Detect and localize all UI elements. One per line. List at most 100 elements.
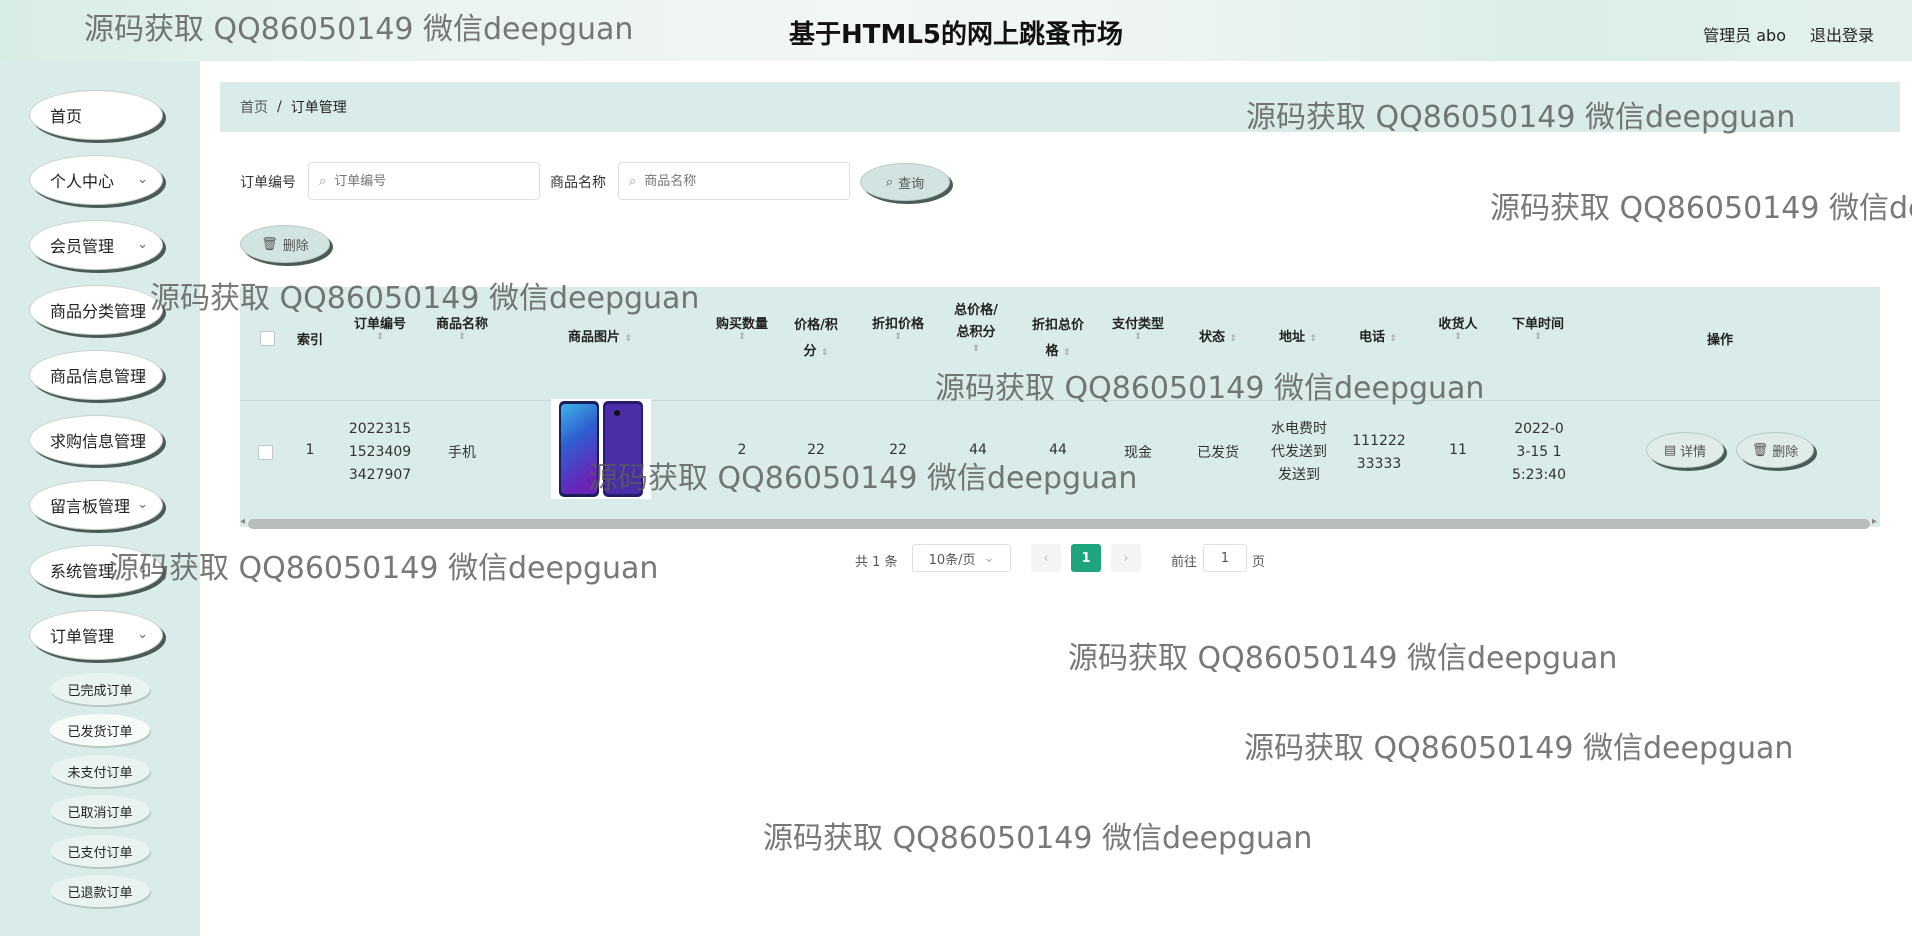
submenu-unpaid-orders[interactable]: 未支付订单 bbox=[50, 755, 150, 787]
header-address[interactable]: 地址 ⇕ bbox=[1266, 326, 1330, 345]
sidebar-item-label: 商品信息管理 bbox=[50, 367, 147, 386]
search-icon: ⌕ bbox=[319, 173, 327, 189]
product-image bbox=[551, 399, 651, 499]
header-product[interactable]: 商品名称 ⇕ bbox=[430, 313, 494, 342]
cell-total: 44 bbox=[969, 442, 987, 458]
query-button[interactable]: ⌕ 查询 bbox=[860, 163, 950, 201]
sidebar-item-label: 求购信息管理 bbox=[50, 432, 147, 451]
page-1-button[interactable]: 1 bbox=[1071, 544, 1101, 572]
logout-link[interactable]: 退出登录 bbox=[1810, 22, 1874, 46]
next-page-button[interactable]: › bbox=[1111, 544, 1141, 572]
chevron-down-icon: ⌄ bbox=[983, 550, 995, 566]
header-order-time[interactable]: 下单时间 ⇕ bbox=[1506, 313, 1570, 342]
sidebar: 首页 个人中心 ⌄ 会员管理 ⌄ 商品分类管理 ⌄ 商品信息管理 ⌄ 求购信息管… bbox=[0, 61, 200, 936]
watermark: 源码获取 QQ86050149 微信deepguan bbox=[1244, 731, 1794, 766]
sidebar-item-products[interactable]: 商品信息管理 ⌄ bbox=[29, 350, 163, 400]
search-icon: ⌕ bbox=[629, 173, 637, 189]
order-no-input[interactable] bbox=[332, 172, 517, 190]
cell-order-time: 2022-03-15 15:23:40 bbox=[1512, 421, 1566, 483]
cell-price: 22 bbox=[807, 442, 825, 458]
page-size-select[interactable]: 10条/页 ⌄ bbox=[912, 544, 1011, 572]
goto-page-input[interactable]: 1 bbox=[1203, 544, 1247, 572]
submenu-cancelled-orders[interactable]: 已取消订单 bbox=[50, 795, 150, 827]
detail-button[interactable]: ▤ 详情 bbox=[1646, 432, 1724, 468]
submenu-completed-orders[interactable]: 已完成订单 bbox=[50, 673, 150, 705]
sidebar-item-personal-center[interactable]: 个人中心 ⌄ bbox=[29, 155, 163, 205]
submenu-refunded-orders[interactable]: 已退款订单 bbox=[50, 875, 150, 907]
horizontal-scrollbar[interactable] bbox=[248, 519, 1870, 529]
cell-qty: 2 bbox=[737, 442, 747, 458]
sort-icon: ⇕ bbox=[738, 332, 746, 342]
sidebar-item-members[interactable]: 会员管理 ⌄ bbox=[29, 220, 163, 270]
row-delete-button-label: 删除 bbox=[1772, 444, 1799, 460]
breadcrumb-home[interactable]: 首页 bbox=[240, 97, 268, 117]
sidebar-item-messages[interactable]: 留言板管理 ⌄ bbox=[29, 480, 163, 530]
submenu-paid-orders[interactable]: 已支付订单 bbox=[50, 835, 150, 867]
breadcrumb: 首页 / 订单管理 bbox=[220, 82, 1900, 132]
header-discount-price[interactable]: 折扣价格 ⇕ bbox=[866, 313, 930, 342]
trash-icon: 🗑 bbox=[1751, 442, 1769, 458]
header-label: 商品名称 bbox=[435, 317, 488, 332]
order-no-label: 订单编号 bbox=[240, 175, 296, 191]
sidebar-item-label: 商品分类管理 bbox=[50, 302, 147, 321]
page-size-value: 10条/页 bbox=[928, 552, 976, 568]
submenu-shipped-orders[interactable]: 已发货订单 bbox=[50, 714, 150, 746]
cell-product: 手机 bbox=[448, 445, 476, 461]
batch-delete-button[interactable]: 🗑 删除 bbox=[240, 225, 330, 263]
sort-icon: ⇕ bbox=[376, 332, 384, 342]
chevron-down-icon: ⌄ bbox=[137, 367, 148, 382]
header-label: 地址 bbox=[1278, 330, 1305, 345]
header-label: 订单编号 bbox=[353, 317, 406, 332]
chevron-down-icon: ⌄ bbox=[137, 562, 148, 577]
trash-icon: 🗑 bbox=[261, 236, 278, 252]
sort-icon: ⇕ bbox=[1389, 334, 1398, 344]
delete-button-label: 删除 bbox=[282, 238, 309, 254]
header-label: 折扣价格 bbox=[871, 317, 924, 332]
header-label: 状态 bbox=[1198, 330, 1225, 345]
breadcrumb-separator: / bbox=[277, 99, 282, 115]
breadcrumb-current: 订单管理 bbox=[290, 100, 347, 116]
detail-button-label: 详情 bbox=[1680, 444, 1707, 460]
order-no-field[interactable]: ⌕ bbox=[308, 162, 540, 200]
header-phone[interactable]: 电话 ⇕ bbox=[1346, 326, 1410, 345]
sidebar-item-label: 个人中心 bbox=[50, 172, 115, 191]
row-checkbox[interactable] bbox=[258, 445, 273, 460]
prev-page-button[interactable]: ‹ bbox=[1031, 544, 1061, 572]
header-qty[interactable]: 购买数量 ⇕ bbox=[710, 313, 774, 342]
top-header: 基于HTML5的网上跳蚤市场 管理员 abo 退出登录 bbox=[0, 0, 1912, 61]
product-name-field[interactable]: ⌕ bbox=[618, 162, 850, 200]
sidebar-item-orders[interactable]: 订单管理 ⌄ bbox=[29, 610, 163, 660]
header-total[interactable]: 总价格/总积分 ⇕ bbox=[950, 300, 1002, 354]
header-image[interactable]: 商品图片 ⇕ bbox=[550, 326, 650, 345]
scroll-right-icon[interactable]: ▸ bbox=[1872, 516, 1877, 527]
header-label: 商品图片 bbox=[567, 330, 620, 345]
sidebar-item-wanted[interactable]: 求购信息管理 ⌄ bbox=[29, 415, 163, 465]
header-index: 索引 bbox=[296, 333, 323, 348]
sidebar-item-home[interactable]: 首页 bbox=[29, 90, 163, 140]
scroll-left-icon[interactable]: ◂ bbox=[240, 516, 245, 527]
sidebar-item-categories[interactable]: 商品分类管理 ⌄ bbox=[29, 285, 163, 335]
header-discount-total[interactable]: 折扣总价格 ⇕ bbox=[1026, 313, 1090, 366]
header-label: 价格/积分 bbox=[794, 318, 838, 359]
chevron-down-icon: ⌄ bbox=[137, 432, 148, 447]
header-pay-type[interactable]: 支付类型 ⇕ bbox=[1106, 313, 1170, 342]
chevron-down-icon: ⌄ bbox=[137, 302, 148, 317]
cell-pay-type: 现金 bbox=[1124, 445, 1152, 461]
select-all-checkbox[interactable] bbox=[260, 331, 275, 346]
header-label: 支付类型 bbox=[1111, 317, 1164, 332]
chevron-down-icon: ⌄ bbox=[137, 237, 148, 252]
row-delete-button[interactable]: 🗑 删除 bbox=[1736, 432, 1814, 468]
header-status[interactable]: 状态 ⇕ bbox=[1186, 326, 1250, 345]
header-receiver[interactable]: 收货人 ⇕ bbox=[1426, 313, 1490, 342]
chevron-down-icon: ⌄ bbox=[137, 172, 148, 187]
header-order-no[interactable]: 订单编号 ⇕ bbox=[348, 313, 412, 342]
product-name-input[interactable] bbox=[642, 172, 827, 190]
sort-icon: ⇕ bbox=[624, 334, 633, 344]
header-label: 下单时间 bbox=[1511, 317, 1564, 332]
sidebar-item-system[interactable]: 系统管理 ⌄ bbox=[29, 545, 163, 595]
sidebar-item-label: 会员管理 bbox=[50, 237, 115, 256]
sort-icon: ⇕ bbox=[1229, 334, 1238, 344]
header-price[interactable]: 价格/积分 ⇕ bbox=[788, 313, 844, 366]
watermark: 源码获取 QQ86050149 微信deepguan bbox=[1490, 191, 1912, 226]
sort-icon: ⇕ bbox=[1454, 332, 1462, 342]
